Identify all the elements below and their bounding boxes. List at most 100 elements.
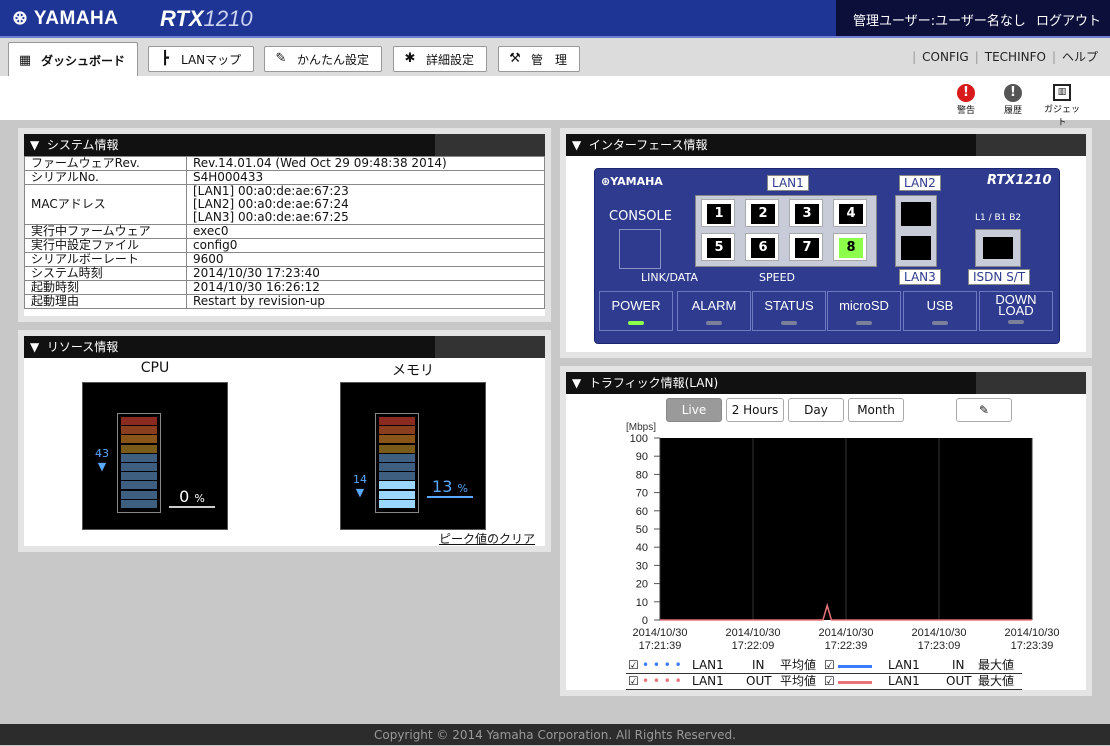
port-3[interactable]: 3: [789, 199, 823, 227]
legend-stat: 平均値: [780, 658, 817, 672]
legend-port: LAN1: [692, 658, 724, 672]
x-tick-label: 17:22:09: [732, 640, 775, 652]
config-link[interactable]: CONFIG: [922, 50, 969, 64]
history-button[interactable]: ! 履歴: [995, 84, 1031, 116]
memory-gauge: 14 ▼ 13 %: [340, 382, 486, 530]
port-8[interactable]: 8: [833, 233, 867, 261]
gauge-segment: [121, 453, 157, 462]
y-tick-label: 40: [636, 542, 648, 554]
row-value: 9600: [186, 252, 545, 267]
x-tick-label: 2014/10/30: [632, 627, 687, 639]
cpu-usage-value: 0: [179, 487, 190, 506]
tab-lanmap[interactable]: ┣ LANマップ: [148, 46, 254, 72]
traffic-legend: ☑ • • • • LAN1 IN 平均値 ☑ LAN1 IN 最大値 ☑ • • • • …: [626, 658, 1022, 690]
gauge-segment: [121, 490, 157, 499]
port-6[interactable]: 6: [745, 233, 779, 261]
lamp-label: POWER: [611, 298, 661, 313]
led-indicator: [1008, 320, 1024, 324]
warning-button[interactable]: ! 警告: [948, 84, 984, 116]
legend-row: ☑ • • • • LAN1 OUT 平均値 ☑ LAN1 OUT 最大値: [626, 674, 1022, 690]
lamp-label: ALARM: [691, 298, 737, 313]
y-tick-label: 100: [630, 433, 648, 445]
top-header: ⊛ YAMAHA RTX1210 管理ユーザー:ユーザー名なし ログアウト: [0, 0, 1110, 36]
gauge-segment: [121, 417, 157, 425]
edit-button[interactable]: ✎: [956, 398, 1012, 422]
gadget-button[interactable]: ▥ ガジェット: [1040, 84, 1084, 128]
wrench-icon: ⚒: [509, 51, 521, 66]
y-tick-label: 50: [636, 524, 648, 536]
clear-peak-link[interactable]: ピーク値のクリア: [439, 530, 535, 547]
cpu-bars: [117, 413, 161, 513]
memory-label: メモリ: [392, 363, 434, 379]
legend-checkbox-out-max[interactable]: ☑: [824, 674, 835, 689]
port-4[interactable]: 4: [833, 199, 867, 227]
lan2-label: LAN2: [899, 175, 941, 191]
day-button[interactable]: Day: [788, 398, 844, 422]
isdn-port[interactable]: [975, 229, 1021, 267]
gauge-segment: [121, 426, 157, 435]
memory-usage-value: 13: [432, 477, 453, 496]
system-info-header[interactable]: ▼ システム情報: [24, 134, 545, 156]
traffic-header[interactable]: ▼ トラフィック情報(LAN): [566, 372, 1086, 394]
tab-management[interactable]: ⚒ 管 理: [498, 46, 580, 72]
gauge-segment: [121, 462, 157, 471]
lan3-label: LAN3: [899, 269, 941, 285]
table-row: シリアルボーレート 9600: [24, 252, 545, 267]
gadget-icon: ▥: [1053, 84, 1071, 101]
resource-header[interactable]: ▼ リソース情報: [24, 336, 545, 358]
y-tick-label: 20: [636, 579, 648, 591]
system-info-table: ファームウェアRev. Rev.14.01.04 (Wed Oct 29 09:4…: [24, 156, 545, 309]
user-info: 管理ユーザー:ユーザー名なし: [853, 14, 1026, 29]
table-row: ファームウェアRev. Rev.14.01.04 (Wed Oct 29 09:4…: [24, 156, 545, 171]
legend-checkbox-in-avg[interactable]: ☑: [628, 658, 639, 673]
tab-advanced[interactable]: ✱ 詳細設定: [393, 46, 487, 72]
live-button[interactable]: Live: [666, 398, 722, 422]
x-tick-label: 17:23:09: [918, 640, 961, 652]
port-7[interactable]: 7: [789, 233, 823, 261]
led-indicator: [856, 321, 872, 325]
memory-unit: %: [457, 482, 468, 495]
row-value: S4H000433: [186, 170, 545, 185]
traffic-chart: [Mbps]01020304050607080901002014/10/3017…: [626, 422, 1060, 652]
y-unit-label: [Mbps]: [626, 422, 656, 433]
tab-easy-setup[interactable]: ✎ かんたん設定: [264, 46, 382, 72]
gauge-segment: [379, 472, 415, 481]
legend-checkbox-out-avg[interactable]: ☑: [628, 674, 639, 689]
month-button[interactable]: Month: [848, 398, 904, 422]
gauge-segment: [379, 481, 415, 490]
port-1[interactable]: 1: [701, 199, 735, 227]
cpu-gauge: 43 ▼ 0 %: [82, 382, 228, 530]
legend-checkbox-in-max[interactable]: ☑: [824, 658, 835, 673]
port-2[interactable]: 2: [745, 199, 779, 227]
logout-link[interactable]: ログアウト: [1036, 10, 1101, 29]
lan2-lan3-ports[interactable]: [895, 195, 937, 267]
led-indicator: [781, 321, 797, 325]
legend-port: LAN1: [692, 674, 724, 688]
legend-port: LAN1: [888, 658, 920, 672]
traffic-panel: ▼ トラフィック情報(LAN) Live 2 Hours Day Month ✎…: [566, 372, 1086, 690]
interface-header[interactable]: ▼ インターフェース情報: [566, 134, 1086, 156]
history-label: 履歴: [1003, 106, 1022, 116]
tab-dashboard[interactable]: ▦ ダッシュボード: [8, 42, 138, 78]
history-icon: !: [1004, 84, 1022, 102]
2hours-button[interactable]: 2 Hours: [726, 398, 784, 422]
led-indicator: [706, 321, 722, 325]
isdn-label: ISDN S/T: [968, 269, 1031, 285]
pencil-icon: ✎: [978, 403, 990, 417]
port-number: 1: [714, 206, 724, 221]
cpu-label: CPU: [140, 360, 170, 376]
dotted-line-icon: • • • •: [642, 674, 682, 688]
techinfo-link[interactable]: TECHINFO: [985, 50, 1046, 64]
lamp-status: STATUS: [752, 291, 826, 331]
gauge-segment: [379, 490, 415, 499]
table-row: システム時刻 2014/10/30 17:23:40: [24, 266, 545, 281]
console-label: CONSOLE: [609, 209, 672, 224]
help-link[interactable]: ヘルプ: [1062, 50, 1098, 64]
y-tick-label: 10: [636, 597, 648, 609]
lamp-power: POWER: [599, 291, 673, 331]
port-5[interactable]: 5: [701, 233, 735, 261]
row-label: ファームウェアRev.: [24, 156, 187, 171]
lanmap-icon: ┣: [161, 51, 169, 66]
tab-label: 詳細設定: [426, 52, 475, 67]
table-row: 実行中ファームウェア exec0: [24, 224, 545, 239]
